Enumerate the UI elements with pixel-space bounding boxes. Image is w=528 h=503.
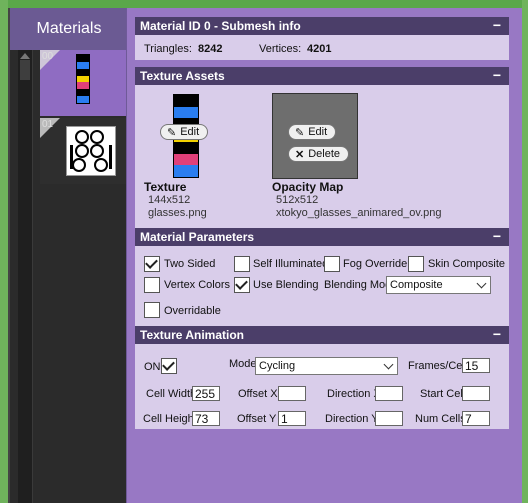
chevron-down-icon (383, 359, 394, 370)
num-cells-input[interactable]: 7 (462, 411, 490, 426)
texture-assets-section: Texture Assets − ✎ Edit Texture 144x512 … (135, 67, 509, 228)
material-parameters-header[interactable]: Material Parameters − (135, 228, 509, 246)
pencil-icon: ✎ (295, 126, 305, 139)
opacity-map-size: 512x512 (276, 194, 319, 206)
fog-override-label: Fog Override (343, 258, 408, 270)
start-cell-label: Start Cell (420, 388, 466, 400)
blending-mode-select[interactable]: Composite (386, 276, 491, 294)
texture-size: 144x512 (148, 194, 191, 206)
triangles-label: Triangles: (144, 43, 192, 55)
direction-x-input[interactable] (375, 386, 403, 401)
overridable-checkbox[interactable] (144, 302, 160, 318)
num-cells-label: Num Cells (415, 413, 466, 425)
materials-header: Materials (10, 8, 128, 50)
materials-scrollbar[interactable] (18, 50, 33, 503)
skin-composite-checkbox[interactable] (408, 256, 424, 272)
vertex-colors-checkbox[interactable] (144, 277, 160, 293)
start-cell-input[interactable] (462, 386, 490, 401)
collapse-icon[interactable]: − (493, 18, 501, 32)
fog-override-checkbox[interactable] (324, 256, 340, 272)
two-sided-label: Two Sided (164, 258, 216, 270)
texture-file: glasses.png (148, 207, 207, 219)
collapse-icon[interactable]: − (493, 229, 501, 243)
anim-on-checkbox[interactable] (161, 358, 177, 374)
pencil-icon: ✎ (167, 126, 177, 139)
texture-edit-button[interactable]: ✎ Edit (160, 124, 209, 140)
frames-per-cell-label: Frames/Cell (408, 360, 468, 372)
delete-label: Delete (308, 148, 341, 160)
vertices-value: 4201 (307, 43, 332, 55)
two-sided-checkbox[interactable] (144, 256, 160, 272)
materials-panel: Materials 00 01 (8, 8, 128, 503)
material-thumbnail-glasses (76, 54, 90, 104)
offset-y-input[interactable]: 1 (278, 411, 306, 426)
section-title: Texture Animation (140, 328, 245, 342)
material-editor-panel: Material ID 0 - Submesh info − Triangles… (126, 8, 523, 503)
material-parameters-section: Material Parameters − Two Sided Self Ill… (135, 228, 509, 326)
direction-y-input[interactable] (375, 411, 403, 426)
scroll-thumb[interactable] (20, 60, 30, 80)
section-title: Texture Assets (140, 69, 225, 83)
mode-value: Cycling (259, 360, 296, 372)
material-item-00[interactable]: 00 (40, 50, 128, 116)
section-title: Material Parameters (140, 230, 255, 244)
offset-y-label: Offset Y (237, 413, 277, 425)
anim-on-label: ON (144, 361, 161, 373)
edit-label: Edit (308, 126, 328, 138)
opacity-map-name: Opacity Map (272, 180, 344, 194)
cell-width-label: Cell Width (146, 388, 197, 400)
submesh-info-header[interactable]: Material ID 0 - Submesh info − (135, 17, 509, 35)
edit-label: Edit (180, 126, 200, 138)
skin-composite-label: Skin Composite (428, 258, 506, 270)
direction-y-label: Direction Y (325, 413, 379, 425)
self-illuminated-label: Self Illuminated (253, 258, 329, 270)
self-illuminated-checkbox[interactable] (234, 256, 250, 272)
triangles-value: 8242 (198, 43, 223, 55)
offset-x-input[interactable] (278, 386, 306, 401)
opacity-edit-button[interactable]: ✎ Edit (288, 124, 337, 140)
mode-select[interactable]: Cycling (255, 357, 398, 375)
texture-animation-header[interactable]: Texture Animation − (135, 326, 509, 344)
mode-label: Mode (229, 358, 257, 370)
use-blending-checkbox[interactable] (234, 277, 250, 293)
cell-height-label: Cell Height (143, 413, 197, 425)
texture-name: Texture (144, 180, 187, 194)
material-thumbnail-pattern (66, 126, 116, 176)
window-border-left (0, 0, 8, 503)
use-blending-label: Use Blending (253, 279, 319, 291)
blending-mode-value: Composite (390, 279, 443, 291)
cell-width-input[interactable]: 255 (192, 386, 220, 401)
collapse-icon[interactable]: − (493, 327, 501, 341)
vertex-colors-label: Vertex Colors (164, 279, 231, 291)
chevron-down-icon (476, 278, 487, 289)
texture-animation-section: Texture Animation − ON Mode Cycling Fram… (135, 326, 509, 429)
texture-assets-header[interactable]: Texture Assets − (135, 67, 509, 85)
scroll-up-arrow-icon[interactable] (20, 53, 30, 59)
offset-x-label: Offset X (238, 388, 278, 400)
opacity-delete-button[interactable]: ✕ Delete (288, 146, 350, 162)
collapse-icon[interactable]: − (493, 68, 501, 82)
material-index: 00 (42, 51, 54, 62)
overridable-label: Overridable (164, 305, 221, 317)
frames-per-cell-input[interactable]: 15 (462, 358, 490, 373)
cell-height-input[interactable]: 73 (192, 411, 220, 426)
close-icon: ✕ (295, 148, 305, 161)
opacity-map-file: xtokyo_glasses_animared_ov.png (276, 207, 442, 219)
section-title: Material ID 0 - Submesh info (140, 19, 301, 33)
submesh-info-section: Material ID 0 - Submesh info − Triangles… (135, 17, 509, 60)
window-border-right (522, 0, 528, 503)
direction-x-label: Direction X (327, 388, 381, 400)
material-item-01[interactable]: 01 (40, 118, 128, 184)
material-index: 01 (42, 119, 54, 130)
vertices-label: Vertices: (259, 43, 302, 55)
